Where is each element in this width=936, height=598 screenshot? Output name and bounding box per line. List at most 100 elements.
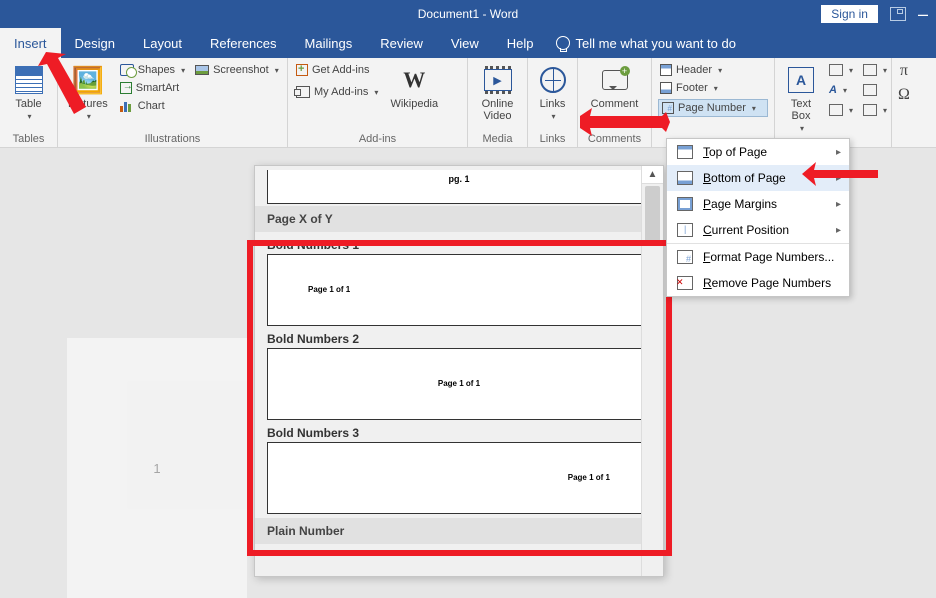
tell-me-label: Tell me what you want to do: [576, 36, 736, 51]
smartart-button[interactable]: SmartArt: [118, 80, 187, 96]
signature-icon: [863, 64, 877, 76]
drop-cap-button[interactable]: ▾: [827, 102, 855, 118]
annotation-arrow-bottom-of-page: [802, 160, 882, 190]
gallery-scrollbar[interactable]: ▲: [641, 166, 663, 576]
equation-icon[interactable]: π: [900, 62, 908, 80]
menu-remove-page-numbers[interactable]: Remove Page Numbers: [667, 270, 849, 296]
submenu-caret-icon: ▸: [836, 199, 841, 210]
window-title: Document1 - Word: [418, 7, 518, 21]
chevron-down-icon: ▾: [374, 88, 378, 97]
tell-me-search[interactable]: Tell me what you want to do: [556, 28, 736, 58]
symbol-icon[interactable]: Ω: [898, 86, 910, 104]
header-button[interactable]: Header ▾: [658, 62, 768, 78]
remove-page-numbers-icon: [677, 276, 693, 290]
online-video-button[interactable]: Online Video: [478, 62, 518, 124]
header-label: Header: [676, 64, 712, 76]
group-tables-label: Tables: [6, 133, 51, 145]
comment-icon: [602, 70, 628, 90]
current-position-icon: [677, 223, 693, 237]
footer-button[interactable]: Footer ▾: [658, 80, 768, 96]
chevron-down-icon: ▾: [181, 66, 185, 75]
titlebar: Document1 - Word Sign in –: [0, 0, 936, 28]
date-time-icon: [863, 84, 877, 96]
format-page-numbers-icon: [677, 250, 693, 264]
my-addins-button[interactable]: My Add-ins ▾: [294, 84, 380, 100]
date-time-button[interactable]: [861, 82, 889, 98]
gallery-item-bold-3-label: Bold Numbers 3: [255, 420, 663, 442]
preview-current-label: pg. 1: [448, 174, 469, 184]
submenu-caret-icon: ▸: [836, 225, 841, 236]
screenshot-label: Screenshot: [213, 64, 269, 76]
wordart-button[interactable]: A▾: [827, 82, 855, 98]
chevron-down-icon: ▾: [27, 112, 31, 121]
footer-icon: [660, 82, 672, 94]
wikipedia-label: Wikipedia: [390, 98, 438, 110]
shapes-icon: [120, 64, 134, 76]
gallery-item-bold-1[interactable]: Page 1 of 1: [267, 254, 651, 326]
preview-text: Page 1 of 1: [438, 379, 480, 388]
chevron-down-icon: ▾: [718, 66, 722, 75]
group-media-label: Media: [474, 133, 521, 145]
scroll-thumb[interactable]: [645, 186, 660, 246]
screenshot-icon: [195, 65, 209, 75]
page-number-margin: 1: [67, 338, 247, 598]
tab-mailings[interactable]: Mailings: [291, 28, 367, 58]
chevron-down-icon: ▾: [752, 104, 756, 113]
preview-text: Page 1 of 1: [568, 473, 610, 482]
group-addins-label: Add-ins: [294, 133, 461, 145]
text-box-label: Text Box: [791, 98, 811, 122]
footer-label: Footer: [676, 82, 708, 94]
ribbon-display-options-icon[interactable]: [890, 7, 906, 21]
chevron-down-icon: ▾: [275, 66, 279, 75]
links-button[interactable]: Links ▾: [533, 62, 573, 123]
wikipedia-icon: W: [398, 64, 430, 96]
ribbon: Table ▾ Tables 🖼️ Pictures ▾ Shapes ▾: [0, 58, 936, 148]
page-number-label: Page Number: [678, 102, 746, 114]
gallery-item-bold-2[interactable]: Page 1 of 1: [267, 348, 651, 420]
chevron-down-icon: ▾: [800, 124, 804, 133]
tab-review[interactable]: Review: [366, 28, 437, 58]
screenshot-button[interactable]: Screenshot ▾: [193, 62, 281, 78]
comment-button[interactable]: Comment: [587, 62, 643, 112]
minimize-icon[interactable]: –: [918, 10, 928, 18]
gallery-item-bold-2-label: Bold Numbers 2: [255, 326, 663, 348]
text-box-icon: [788, 67, 814, 93]
sign-in-button[interactable]: Sign in: [821, 5, 878, 23]
page-indicator: 1: [153, 461, 160, 476]
object-button[interactable]: ▾: [861, 102, 889, 118]
annotation-arrow-insert: [38, 52, 98, 122]
quick-parts-button[interactable]: ▾: [827, 62, 855, 78]
signature-line-button[interactable]: ▾: [861, 62, 889, 78]
chart-button[interactable]: Chart: [118, 98, 187, 114]
my-addins-icon: [296, 86, 310, 98]
page-number-button[interactable]: Page Number ▾: [658, 99, 768, 117]
submenu-caret-icon: ▸: [836, 147, 841, 158]
text-box-button[interactable]: Text Box ▾: [781, 62, 821, 135]
tab-view[interactable]: View: [437, 28, 493, 58]
scroll-up-icon[interactable]: ▲: [642, 166, 663, 184]
menu-page-margins[interactable]: Page Margins ▸: [667, 191, 849, 217]
header-icon: [660, 64, 672, 76]
my-addins-label: My Add-ins: [314, 86, 368, 98]
gallery-item-bold-3[interactable]: Page 1 of 1: [267, 442, 651, 514]
tab-layout[interactable]: Layout: [129, 28, 196, 58]
gallery-section-page-x-of-y: Page X of Y: [255, 206, 663, 232]
gallery-preview-current[interactable]: pg. 1: [267, 170, 651, 204]
top-of-page-icon: [677, 145, 693, 159]
page-number-gallery: pg. 1 Page X of Y Bold Numbers 1 Page 1 …: [254, 165, 664, 577]
tab-help[interactable]: Help: [493, 28, 548, 58]
object-icon: [863, 104, 877, 116]
ribbon-tabs: Insert Design Layout References Mailings…: [0, 28, 936, 58]
get-addins-label: Get Add-ins: [312, 64, 369, 76]
get-addins-button[interactable]: Get Add-ins: [294, 62, 380, 78]
tab-references[interactable]: References: [196, 28, 290, 58]
menu-format-page-numbers[interactable]: Format Page Numbers...: [667, 243, 849, 270]
wikipedia-button[interactable]: W Wikipedia: [386, 62, 442, 112]
chevron-down-icon: ▾: [551, 112, 555, 121]
shapes-button[interactable]: Shapes ▾: [118, 62, 187, 78]
video-icon: [484, 69, 512, 91]
gallery-item-bold-1-label: Bold Numbers 1: [255, 232, 663, 254]
chevron-down-icon: ▾: [714, 84, 718, 93]
group-illustrations-label: Illustrations: [64, 133, 281, 145]
menu-current-position[interactable]: Current Position ▸: [667, 217, 849, 243]
